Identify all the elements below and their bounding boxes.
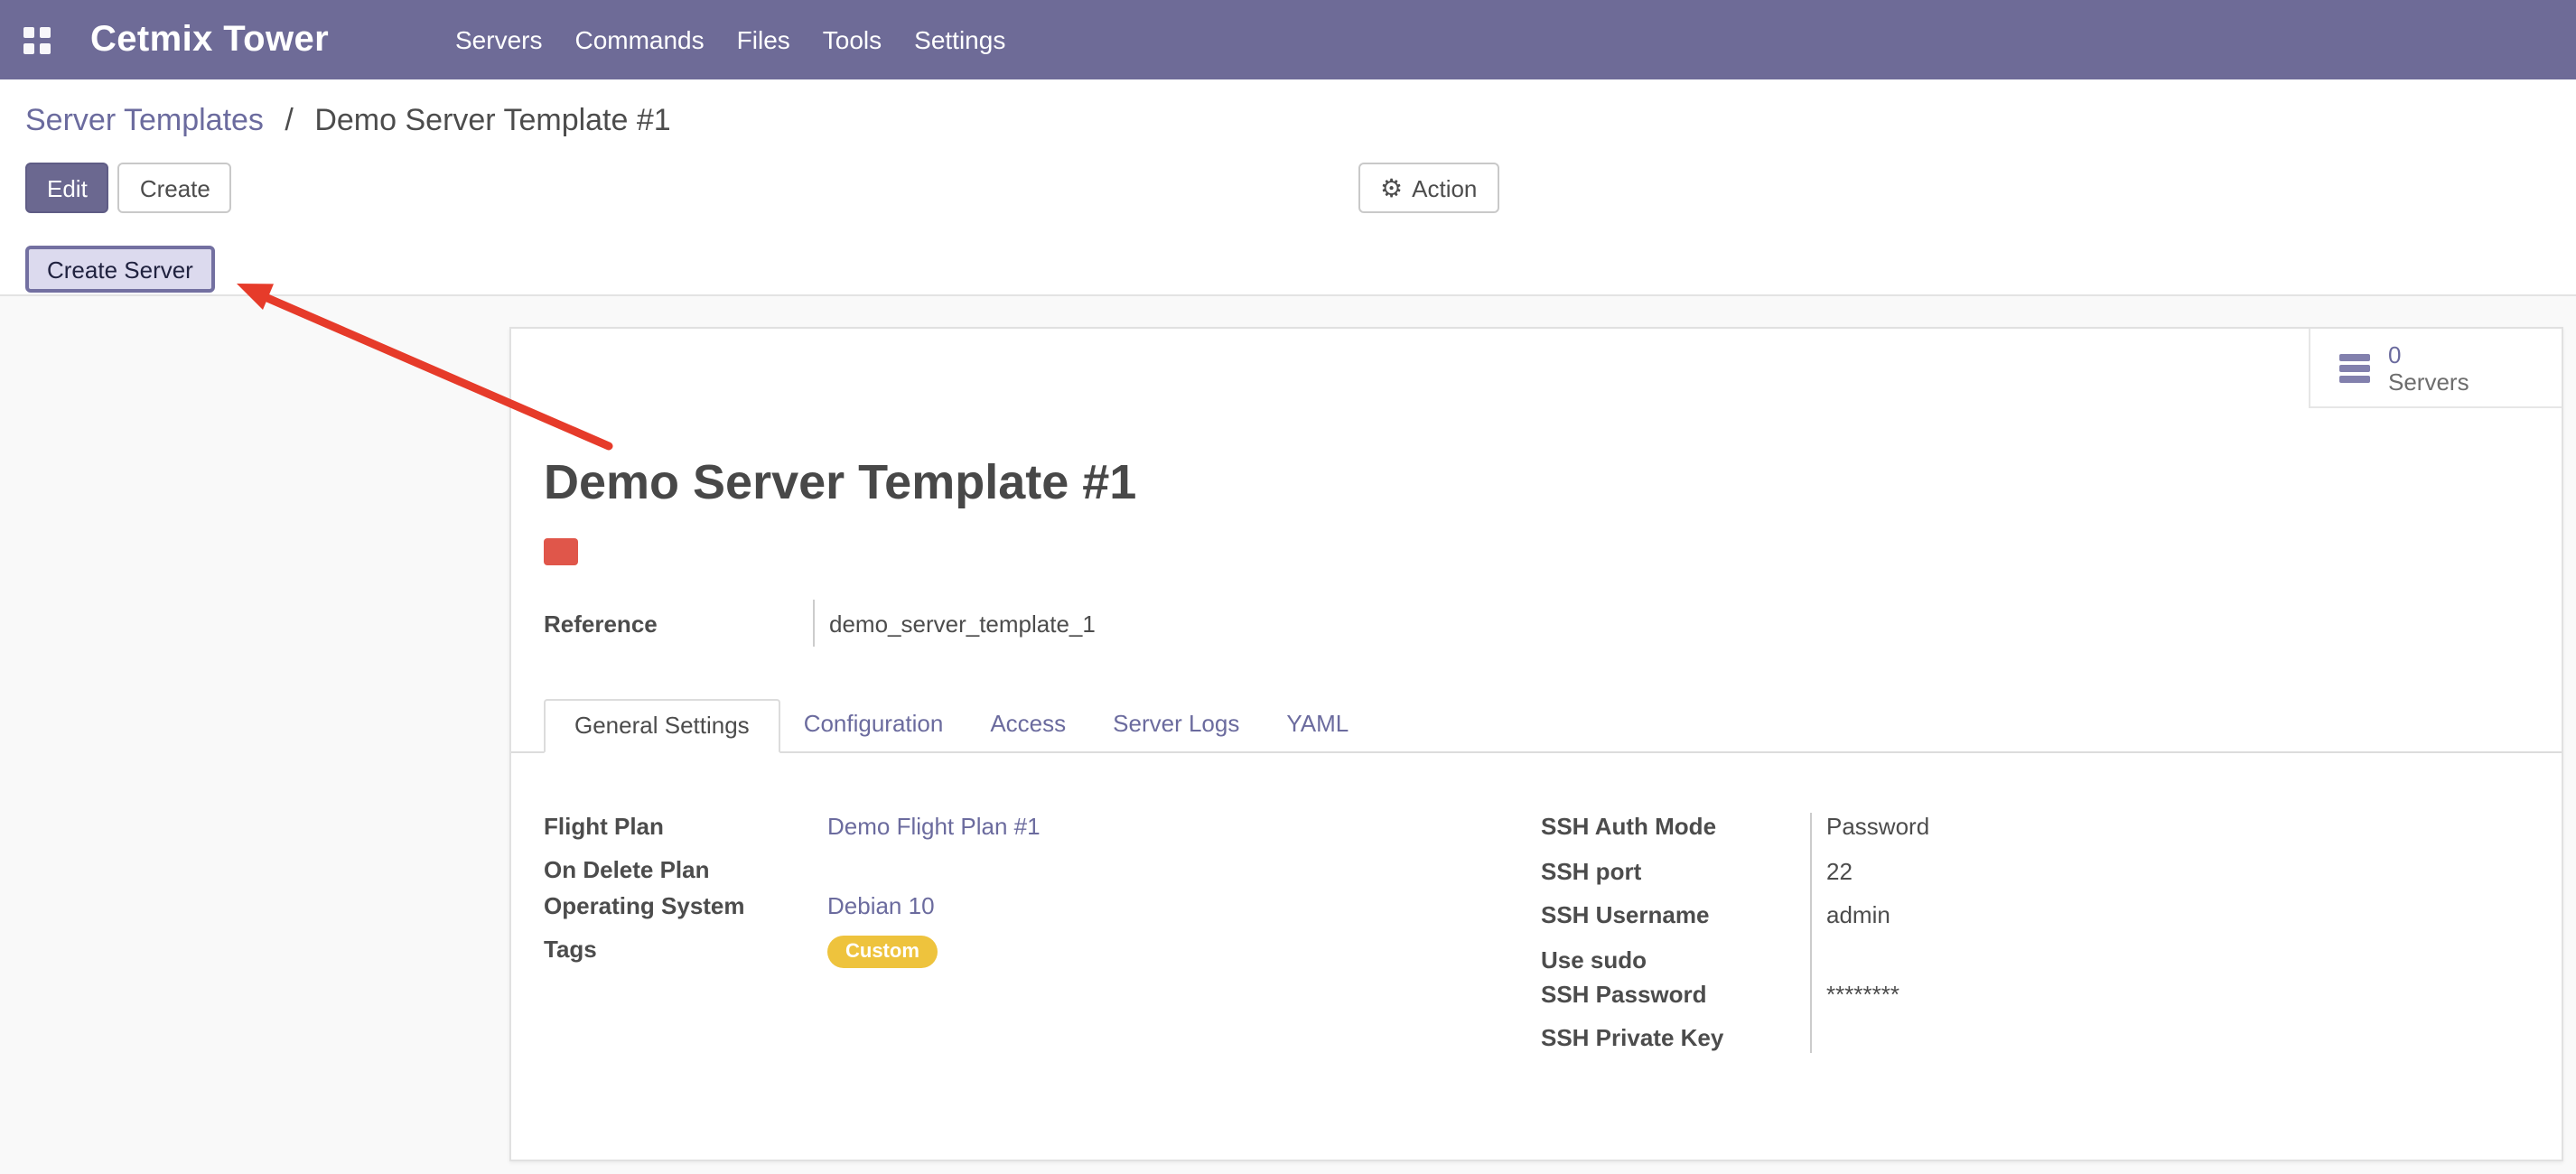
menu-files[interactable]: Files [721,25,807,54]
field-on-delete-plan: On Delete Plan [544,856,1321,892]
ssh-auth-mode-value: Password [1810,813,1929,840]
servers-count: 0 [2388,340,2469,368]
servers-count-label: Servers [2388,368,2469,395]
top-navbar: Cetmix Tower Servers Commands Files Tool… [0,0,2576,79]
field-ssh-port: SSH port 22 [1541,858,2300,901]
field-ssh-private-key: SSH Private Key [1541,1024,2300,1067]
field-flight-plan: Flight Plan Demo Flight Plan #1 [544,813,1321,856]
create-server-button[interactable]: Create Server [25,246,215,293]
screen: Cetmix Tower Servers Commands Files Tool… [0,0,2576,1174]
ssh-private-key-label: SSH Private Key [1541,1024,1810,1051]
main-menu: Servers Commands Files Tools Settings [439,0,1022,79]
tag-custom[interactable]: Custom [827,936,938,968]
reference-value: demo_server_template_1 [829,610,1096,637]
field-group-right: SSH Auth Mode Password SSH port 22 SSH U… [1541,813,2300,1067]
ssh-port-value: 22 [1810,858,1853,885]
action-button-label: Action [1412,174,1477,201]
reference-row: Reference demo_server_template_1 [544,600,1096,647]
ssh-password-value: ******** [1810,981,1899,1008]
tab-general-settings[interactable]: General Settings [544,699,780,753]
notebook-tabs: General Settings Configuration Access Se… [511,699,2562,753]
breadcrumb-link-server-templates[interactable]: Server Templates [25,103,264,137]
field-ssh-password: SSH Password ******** [1541,981,2300,1024]
servers-stat-button[interactable]: 0 Servers [2309,329,2562,408]
edit-button[interactable]: Edit [25,163,109,213]
tab-access[interactable]: Access [966,697,1089,751]
tab-yaml[interactable]: YAML [1263,697,1372,751]
content-area: 0 Servers Demo Server Template #1 Refere… [0,294,2576,1174]
breadcrumb: Server Templates / Demo Server Template … [25,103,671,139]
create-button[interactable]: Create [118,163,232,213]
breadcrumb-current: Demo Server Template #1 [314,103,670,137]
flight-plan-label: Flight Plan [544,813,827,840]
reference-separator [813,600,815,647]
tab-configuration[interactable]: Configuration [780,697,967,751]
server-stack-icon [2339,353,2370,382]
field-tags: Tags Custom [544,936,1321,979]
reference-label: Reference [544,610,813,637]
menu-servers[interactable]: Servers [439,25,558,54]
stat-text: 0 Servers [2388,340,2469,395]
app-brand[interactable]: Cetmix Tower [90,19,329,61]
ssh-auth-mode-label: SSH Auth Mode [1541,813,1810,840]
field-use-sudo: Use sudo [1541,946,2300,981]
field-ssh-username: SSH Username admin [1541,901,2300,946]
tab-server-logs[interactable]: Server Logs [1089,697,1263,751]
ssh-username-label: SSH Username [1541,901,1810,928]
flight-plan-value-link[interactable]: Demo Flight Plan #1 [827,813,1041,840]
record-title: Demo Server Template #1 [544,455,1136,511]
apps-grid-icon[interactable] [23,26,51,53]
field-operating-system: Operating System Debian 10 [544,892,1321,936]
menu-tools[interactable]: Tools [807,25,898,54]
template-color-swatch[interactable] [544,538,578,565]
field-ssh-auth-mode: SSH Auth Mode Password [1541,813,2300,858]
control-panel-buttons: Edit Create [25,163,232,213]
tags-value: Custom [827,936,938,968]
ssh-port-label: SSH port [1541,858,1810,885]
on-delete-plan-label: On Delete Plan [544,856,827,883]
ssh-username-value: admin [1810,901,1890,928]
gear-icon: ⚙ [1380,175,1403,200]
form-sheet: 0 Servers Demo Server Template #1 Refere… [509,327,2563,1161]
action-button[interactable]: ⚙ Action [1358,163,1498,213]
breadcrumb-separator: / [285,103,293,137]
operating-system-value-link[interactable]: Debian 10 [827,892,935,919]
field-group-left: Flight Plan Demo Flight Plan #1 On Delet… [544,813,1321,979]
tags-label: Tags [544,936,827,963]
menu-settings[interactable]: Settings [898,25,1022,54]
menu-commands[interactable]: Commands [558,25,720,54]
use-sudo-label: Use sudo [1541,946,1810,974]
ssh-password-label: SSH Password [1541,981,1810,1008]
operating-system-label: Operating System [544,892,827,919]
